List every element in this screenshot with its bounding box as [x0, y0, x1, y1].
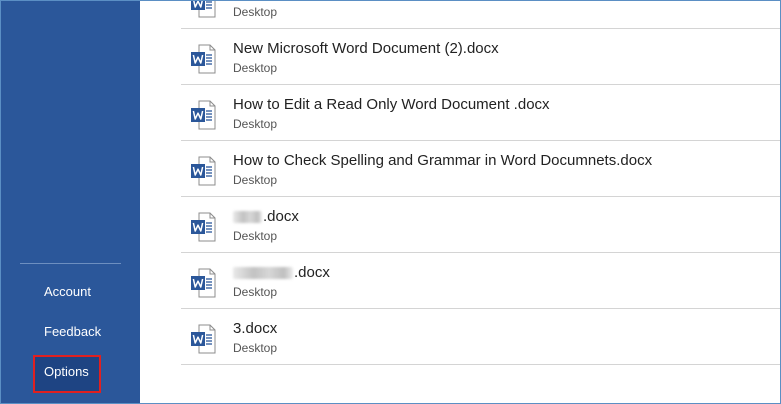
sidebar-divider — [20, 263, 121, 264]
list-item[interactable]: .docx Desktop — [181, 197, 780, 253]
obscured-filename — [233, 211, 262, 224]
document-name: How to Edit a Read Only Word Document .d… — [233, 96, 550, 113]
document-location: Desktop — [233, 285, 278, 299]
document-location: Desktop — [233, 173, 278, 187]
list-item[interactable]: 3.docx Desktop — [181, 309, 780, 365]
backstage-sidebar: Account Feedback Options — [1, 1, 140, 403]
obscured-filename — [233, 267, 293, 280]
document-name: 3.docx — [233, 320, 278, 337]
list-item[interactable]: How to Edit a Read Only Word Document .d… — [181, 85, 780, 141]
word-document-icon — [191, 100, 216, 130]
sidebar-item-options[interactable]: Options — [44, 364, 89, 380]
document-extension: .docx — [294, 264, 330, 281]
document-location: Desktop — [233, 5, 278, 19]
document-location: Desktop — [233, 341, 278, 355]
word-document-icon — [191, 156, 216, 186]
document-name: .docx — [233, 208, 299, 226]
word-document-icon — [191, 212, 216, 242]
word-document-icon — [191, 44, 216, 74]
list-item[interactable]: .docx Desktop — [181, 253, 780, 309]
document-extension: .docx — [263, 208, 299, 225]
sidebar-item-feedback[interactable]: Feedback — [44, 324, 101, 340]
list-item[interactable]: New Microsoft Word Document (2).docx Des… — [181, 29, 780, 85]
list-item[interactable]: Desktop — [181, 1, 780, 29]
word-document-icon — [191, 1, 216, 18]
document-name: New Microsoft Word Document (2).docx — [233, 40, 499, 57]
document-location: Desktop — [233, 61, 278, 75]
document-name: How to Check Spelling and Grammar in Wor… — [233, 152, 653, 169]
document-location: Desktop — [233, 117, 278, 131]
recent-documents-pane: Desktop New Microsoft Word Document (2).… — [140, 1, 780, 403]
word-document-icon — [191, 324, 216, 354]
document-name: .docx — [233, 264, 330, 282]
sidebar-item-account[interactable]: Account — [44, 284, 91, 300]
recent-documents-list: Desktop New Microsoft Word Document (2).… — [181, 1, 780, 365]
app-window: Account Feedback Options Desktop New Mic… — [0, 0, 781, 404]
list-item[interactable]: How to Check Spelling and Grammar in Wor… — [181, 141, 780, 197]
word-document-icon — [191, 268, 216, 298]
document-location: Desktop — [233, 229, 278, 243]
